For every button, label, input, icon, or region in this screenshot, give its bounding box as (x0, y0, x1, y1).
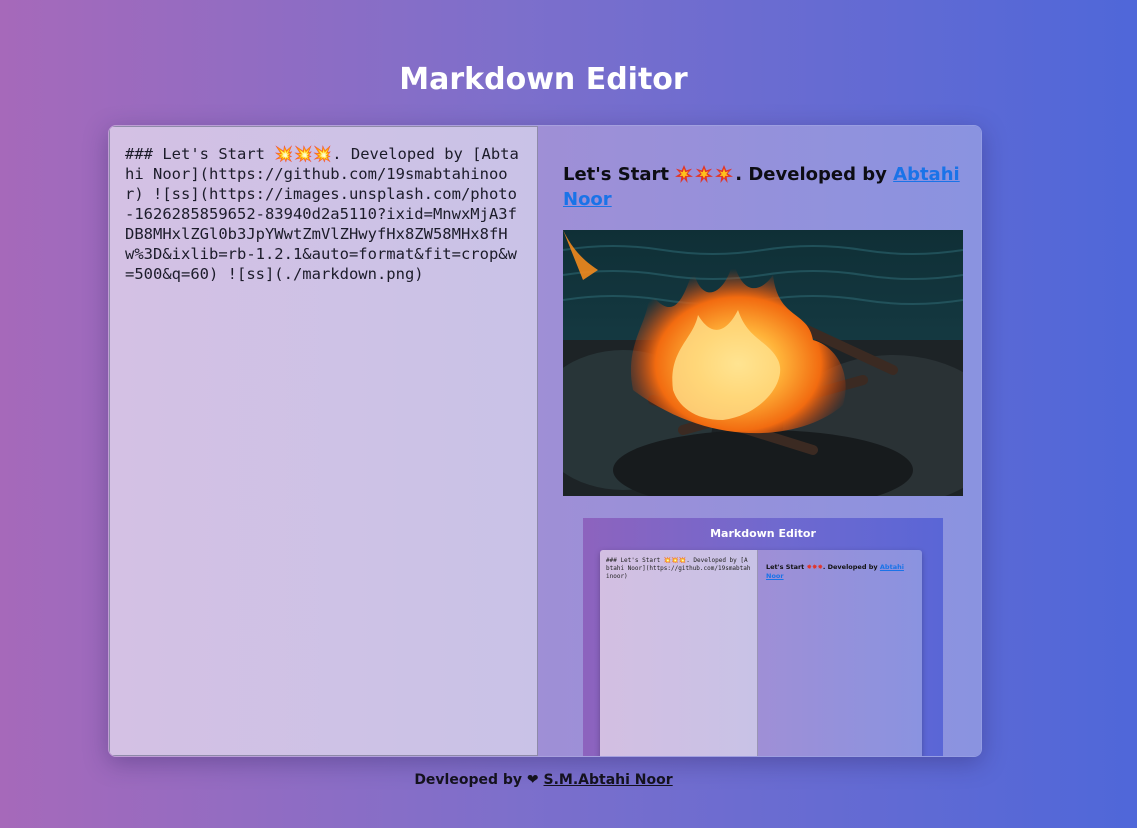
preview-heading: Let's Start . Developed by Abtahi Noor (563, 162, 963, 212)
editor-container: ### Let's Start 💥💥💥. Developed by [Abtah… (108, 125, 982, 757)
preview-pane: Let's Start . Developed by Abtahi Noor M… (538, 126, 981, 756)
thumb-emoji-icon: ✸✸✸ (806, 563, 823, 571)
thumb-editor: ### Let's Start 💥💥💥. Developed by [Abtah… (600, 550, 922, 756)
preview-heading-prefix: Let's Start (563, 164, 669, 185)
page-title: Markdown Editor (399, 62, 688, 97)
collision-emoji-icon (675, 165, 694, 183)
campfire-photo (563, 230, 963, 496)
thumb-heading-prefix: Let's Start (766, 563, 805, 571)
thumb-markdown-input: ### Let's Start 💥💥💥. Developed by [Abtah… (600, 550, 758, 756)
thumb-title: Markdown Editor (710, 527, 816, 540)
preview-heading-suffix: . Developed by (735, 164, 887, 185)
collision-emoji-icon (715, 165, 734, 183)
collision-emoji-icon (695, 165, 714, 183)
campfire-photo-art (563, 230, 963, 496)
heart-icon: ❤ (526, 772, 539, 788)
markdown-screenshot-image: Markdown Editor ### Let's Start 💥💥💥. Dev… (583, 518, 943, 756)
page-title-wrap: Markdown Editor (0, 62, 1087, 97)
thumb-preview-pane: Let's Start ✸✸✸. Developed by Abtahi Noo… (758, 550, 922, 756)
footer-author-link[interactable]: S.M.Abtahi Noor (544, 772, 673, 788)
footer-prefix: Devleoped by (414, 772, 523, 788)
footer: Devleoped by ❤ S.M.Abtahi Noor (0, 772, 1087, 788)
markdown-input[interactable]: ### Let's Start 💥💥💥. Developed by [Abtah… (109, 126, 538, 756)
thumb-heading-suffix: . Developed by (822, 563, 878, 571)
